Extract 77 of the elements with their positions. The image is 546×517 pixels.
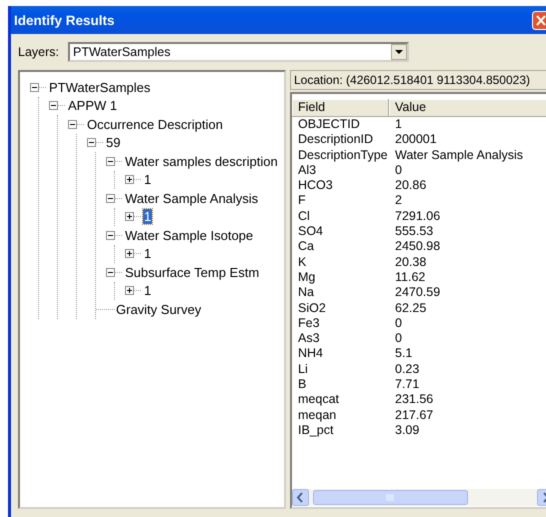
collapse-toggle-icon[interactable] (87, 138, 96, 148)
expand-toggle-icon[interactable] (125, 175, 134, 184)
close-icon[interactable] (532, 10, 546, 30)
table-cell-text: OBJECTID (297, 117, 361, 132)
table-cell-text: K (297, 254, 308, 270)
tree-node[interactable]: 1 (143, 246, 152, 262)
table-cell-text: 1 (394, 117, 403, 132)
table-cell-text: 0 (394, 316, 403, 332)
collapse-toggle-icon[interactable] (49, 101, 58, 110)
table-cell-text: Al3 (297, 162, 318, 178)
table-cell-text: Ca (297, 239, 315, 255)
table-cell-text: 7.71 (394, 377, 420, 392)
scroll-left-icon[interactable] (292, 489, 309, 506)
table-cell-text: 0 (394, 162, 403, 178)
tree-node[interactable]: APPW 1 (67, 98, 118, 114)
tree-node[interactable]: PTWaterSamples (48, 80, 152, 95)
tree-node[interactable]: 59 (105, 135, 122, 150)
table-cell-text: 217.67 (394, 408, 434, 423)
collapse-toggle-icon[interactable] (106, 230, 115, 240)
scroll-thumb-icon[interactable] (313, 490, 468, 505)
horizontal-scrollbar[interactable] (292, 489, 546, 506)
table-cell-text: 3.09 (394, 422, 420, 438)
collapse-toggle-icon[interactable] (106, 194, 115, 203)
tree-node[interactable]: 1 (143, 283, 152, 298)
table-cell-text: 5.1 (394, 346, 414, 362)
expand-toggle-icon[interactable] (125, 212, 134, 222)
tree-node[interactable]: Occurrence Description (86, 116, 224, 132)
table-cell-text: B (297, 377, 308, 392)
table-cell-text: meqcat (297, 392, 340, 408)
table-cell-text: Na (297, 285, 315, 301)
table-cell-text: HCO3 (297, 178, 334, 194)
table-cell-text: Mg (297, 270, 316, 286)
collapse-toggle-icon[interactable] (106, 156, 115, 166)
table-cell-text: 2 (394, 193, 403, 209)
table-cell-text: 0.23 (394, 362, 420, 378)
table-cell-text: Li (297, 362, 309, 378)
tree-node[interactable]: Gravity Survey (115, 302, 202, 317)
column-header[interactable]: Field (292, 99, 389, 117)
table-cell-text: Fe3 (297, 316, 321, 332)
table-cell-text: meqan (297, 408, 338, 423)
table-cell-text: NH4 (297, 346, 324, 362)
table-cell-text: 2450.98 (394, 239, 442, 255)
table-cell-text: 20.86 (394, 178, 428, 194)
table-cell-text: Cl (297, 208, 311, 224)
tree-node[interactable]: Subsurface Temp Estm (124, 264, 260, 280)
table-cell-text: 231.56 (394, 392, 434, 408)
tree-node[interactable]: Water Sample Isotope (124, 228, 254, 243)
table-cell-text: 20.38 (394, 254, 428, 270)
table-cell-text: As3 (297, 331, 321, 346)
window-title: Identify Results (14, 12, 115, 28)
table-cell-text: 200001 (394, 132, 438, 148)
table-cell-text: 62.25 (394, 300, 428, 316)
collapse-toggle-icon[interactable] (68, 120, 77, 129)
table-cell-text: Water Sample Analysis (394, 148, 524, 163)
expand-toggle-icon[interactable] (125, 286, 134, 296)
column-header[interactable]: Value (389, 99, 546, 117)
location-text: Location: (426012.518401 9113304.850023) (290, 70, 546, 90)
table-cell-text: 2470.59 (394, 285, 442, 301)
tree-node[interactable]: Water Sample Analysis (124, 190, 260, 206)
layers-label: Layers: (18, 45, 59, 59)
table-cell-text: 0 (394, 331, 403, 346)
table-cell-text: IB_pct (297, 422, 334, 438)
table-cell-text: 7291.06 (394, 208, 442, 224)
table-cell-text: SiO2 (297, 300, 327, 316)
table-cell-text: SO4 (297, 224, 324, 240)
table-cell-text: 11.62 (394, 270, 426, 286)
table-cell-text: DescriptionID (297, 132, 374, 148)
table-cell-text: DescriptionType (297, 148, 389, 163)
collapse-toggle-icon[interactable] (106, 268, 115, 277)
table-cell-text: 555.53 (394, 224, 434, 240)
tree-node[interactable]: Water samples description (124, 154, 279, 169)
tree-node[interactable]: 1 (143, 209, 152, 224)
layers-dropdown[interactable]: PTWaterSamples (68, 42, 409, 62)
tree-node[interactable]: 1 (143, 172, 152, 188)
expand-toggle-icon[interactable] (125, 249, 134, 258)
collapse-toggle-icon[interactable] (30, 82, 39, 92)
table-cell-text: F (297, 193, 307, 209)
